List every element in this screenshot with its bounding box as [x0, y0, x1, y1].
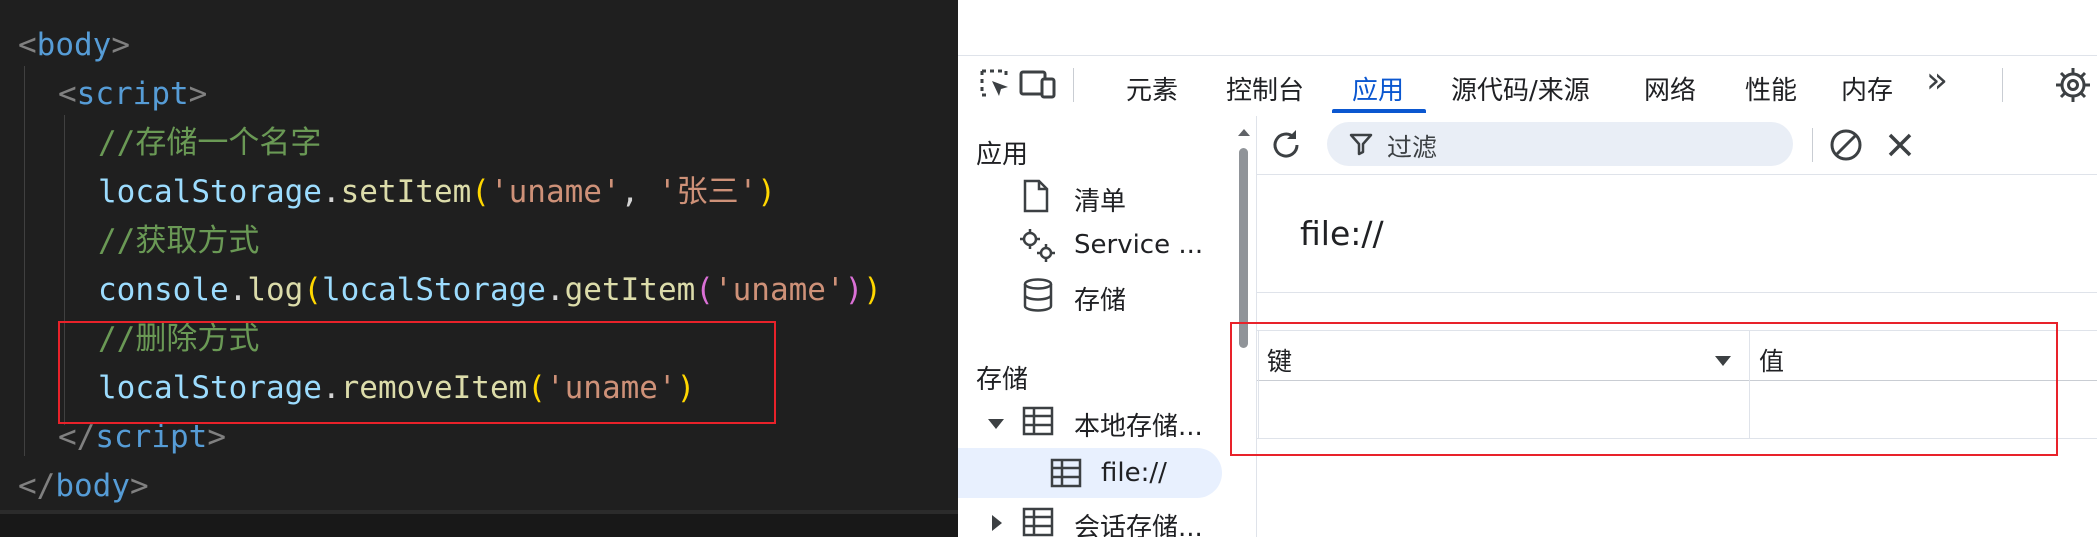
tag-name: body: [36, 27, 112, 63]
tag-bracket: </: [58, 419, 96, 455]
tab-performance[interactable]: 性能: [1745, 70, 1797, 107]
toolbar-divider: [1257, 174, 2097, 175]
code-paren: (: [471, 174, 490, 210]
toolbar-separator: [1812, 128, 1813, 162]
code-comment-get: //获取方式: [98, 223, 260, 259]
code-object: console: [98, 272, 229, 308]
code-method: log: [247, 272, 304, 308]
tag-bracket: >: [129, 468, 149, 504]
tab-console[interactable]: 控制台: [1226, 70, 1304, 107]
code-editor[interactable]: <body> <script> //存储一个名字 localStorage.se…: [0, 0, 958, 537]
inspect-element-icon[interactable]: [978, 67, 1014, 107]
table-icon: [1022, 406, 1054, 440]
expand-arrow-down-icon[interactable]: [986, 416, 1006, 435]
highlight-box-storage-table: [1230, 322, 2058, 456]
settings-gear-icon[interactable]: [2054, 66, 2092, 108]
code-comma: ,: [620, 174, 658, 210]
tag-name: script: [76, 76, 189, 112]
active-tab-indicator: [1332, 109, 1426, 113]
tag-bracket: </: [18, 468, 56, 504]
code-paren: (: [303, 272, 322, 308]
code-paren: ): [844, 272, 864, 308]
code-line-2: <script>: [58, 72, 207, 116]
code-string: 'uname': [713, 272, 845, 308]
code-dot: .: [228, 272, 248, 308]
devtools-panel: 元素 控制台 应用 源代码/来源 网络 性能 内存 » 应用 清单 Servic…: [958, 0, 2097, 537]
filter-placeholder: 过滤: [1387, 133, 1438, 162]
document-icon: [1022, 179, 1050, 217]
highlight-box-remove-code: [58, 321, 776, 424]
expand-arrow-right-icon[interactable]: [990, 513, 1004, 537]
code-paren: ): [863, 272, 882, 308]
sidebar-item-local-storage-file[interactable]: file://: [1101, 458, 1167, 488]
table-icon: [1050, 458, 1082, 492]
devtools-tabbar: 元素 控制台 应用 源代码/来源 网络 性能 内存 »: [958, 55, 2097, 117]
code-comment-store: //存储一个名字: [98, 125, 322, 161]
sidebar-item-service-workers[interactable]: Service ...: [1074, 230, 1203, 260]
gears-icon: [1018, 228, 1058, 268]
sidebar-scrollbar[interactable]: [1239, 148, 1248, 348]
refresh-icon[interactable]: [1269, 128, 1303, 166]
tag-bracket: <: [18, 27, 37, 63]
tab-elements[interactable]: 元素: [1126, 70, 1178, 107]
editor-panel-border: [0, 510, 958, 537]
tab-sources[interactable]: 源代码/来源: [1451, 70, 1590, 107]
tag-bracket: >: [207, 419, 226, 455]
device-toolbar-icon[interactable]: [1018, 67, 1058, 107]
application-sidebar: 应用 清单 Service ... 存储 存储 本地存储... file://: [958, 116, 1257, 537]
database-icon: [1022, 278, 1054, 316]
sidebar-item-storage[interactable]: 存储: [1074, 280, 1126, 317]
tag-name: body: [55, 468, 130, 504]
scroll-up-arrow-icon[interactable]: [1237, 122, 1251, 141]
tag-bracket: >: [111, 27, 130, 63]
sidebar-heading-application: 应用: [976, 140, 1029, 170]
code-line-setitem: localStorage.setItem('uname', '张三'): [98, 170, 776, 214]
toolbar-separator: [2002, 68, 2003, 102]
filter-input[interactable]: 过滤: [1327, 122, 1793, 166]
tab-network[interactable]: 网络: [1644, 70, 1696, 107]
code-object: localStorage: [98, 174, 322, 210]
code-method: getItem: [564, 272, 696, 308]
code-line-10: </body>: [18, 464, 149, 508]
indent-guide: [24, 66, 25, 456]
filter-funnel-icon: [1349, 132, 1373, 160]
more-tabs-icon[interactable]: »: [1926, 60, 1948, 101]
code-string: '张三': [657, 174, 758, 210]
toolbar-separator: [1073, 68, 1074, 102]
tab-memory[interactable]: 内存: [1841, 70, 1893, 107]
code-string: 'uname': [489, 174, 621, 210]
sidebar-item-session-storage[interactable]: 会话存储...: [1074, 507, 1203, 537]
code-object: localStorage: [322, 272, 546, 308]
sidebar-item-local-storage[interactable]: 本地存储...: [1074, 406, 1203, 443]
origin-divider: [1257, 292, 2097, 293]
code-paren: ): [757, 174, 776, 210]
delete-selected-icon[interactable]: [1885, 130, 1915, 164]
tag-bracket: <: [58, 76, 77, 112]
code-dot: .: [321, 174, 341, 210]
tag-bracket: >: [188, 76, 208, 112]
code-dot: .: [545, 272, 565, 308]
tab-application[interactable]: 应用: [1352, 70, 1404, 107]
tag-name: script: [95, 419, 208, 455]
sidebar-heading-storage: 存储: [976, 365, 1029, 395]
code-method: setItem: [340, 174, 472, 210]
code-paren: (: [695, 272, 714, 308]
sidebar-selected-highlight: [958, 448, 1222, 498]
sidebar-item-manifest[interactable]: 清单: [1074, 181, 1126, 218]
clear-all-icon[interactable]: [1827, 126, 1865, 168]
table-icon: [1022, 507, 1054, 537]
storage-origin-title: file://: [1300, 214, 1384, 253]
code-line-getitem: console.log(localStorage.getItem('uname'…: [98, 268, 882, 312]
code-line-1: <body>: [18, 23, 130, 67]
